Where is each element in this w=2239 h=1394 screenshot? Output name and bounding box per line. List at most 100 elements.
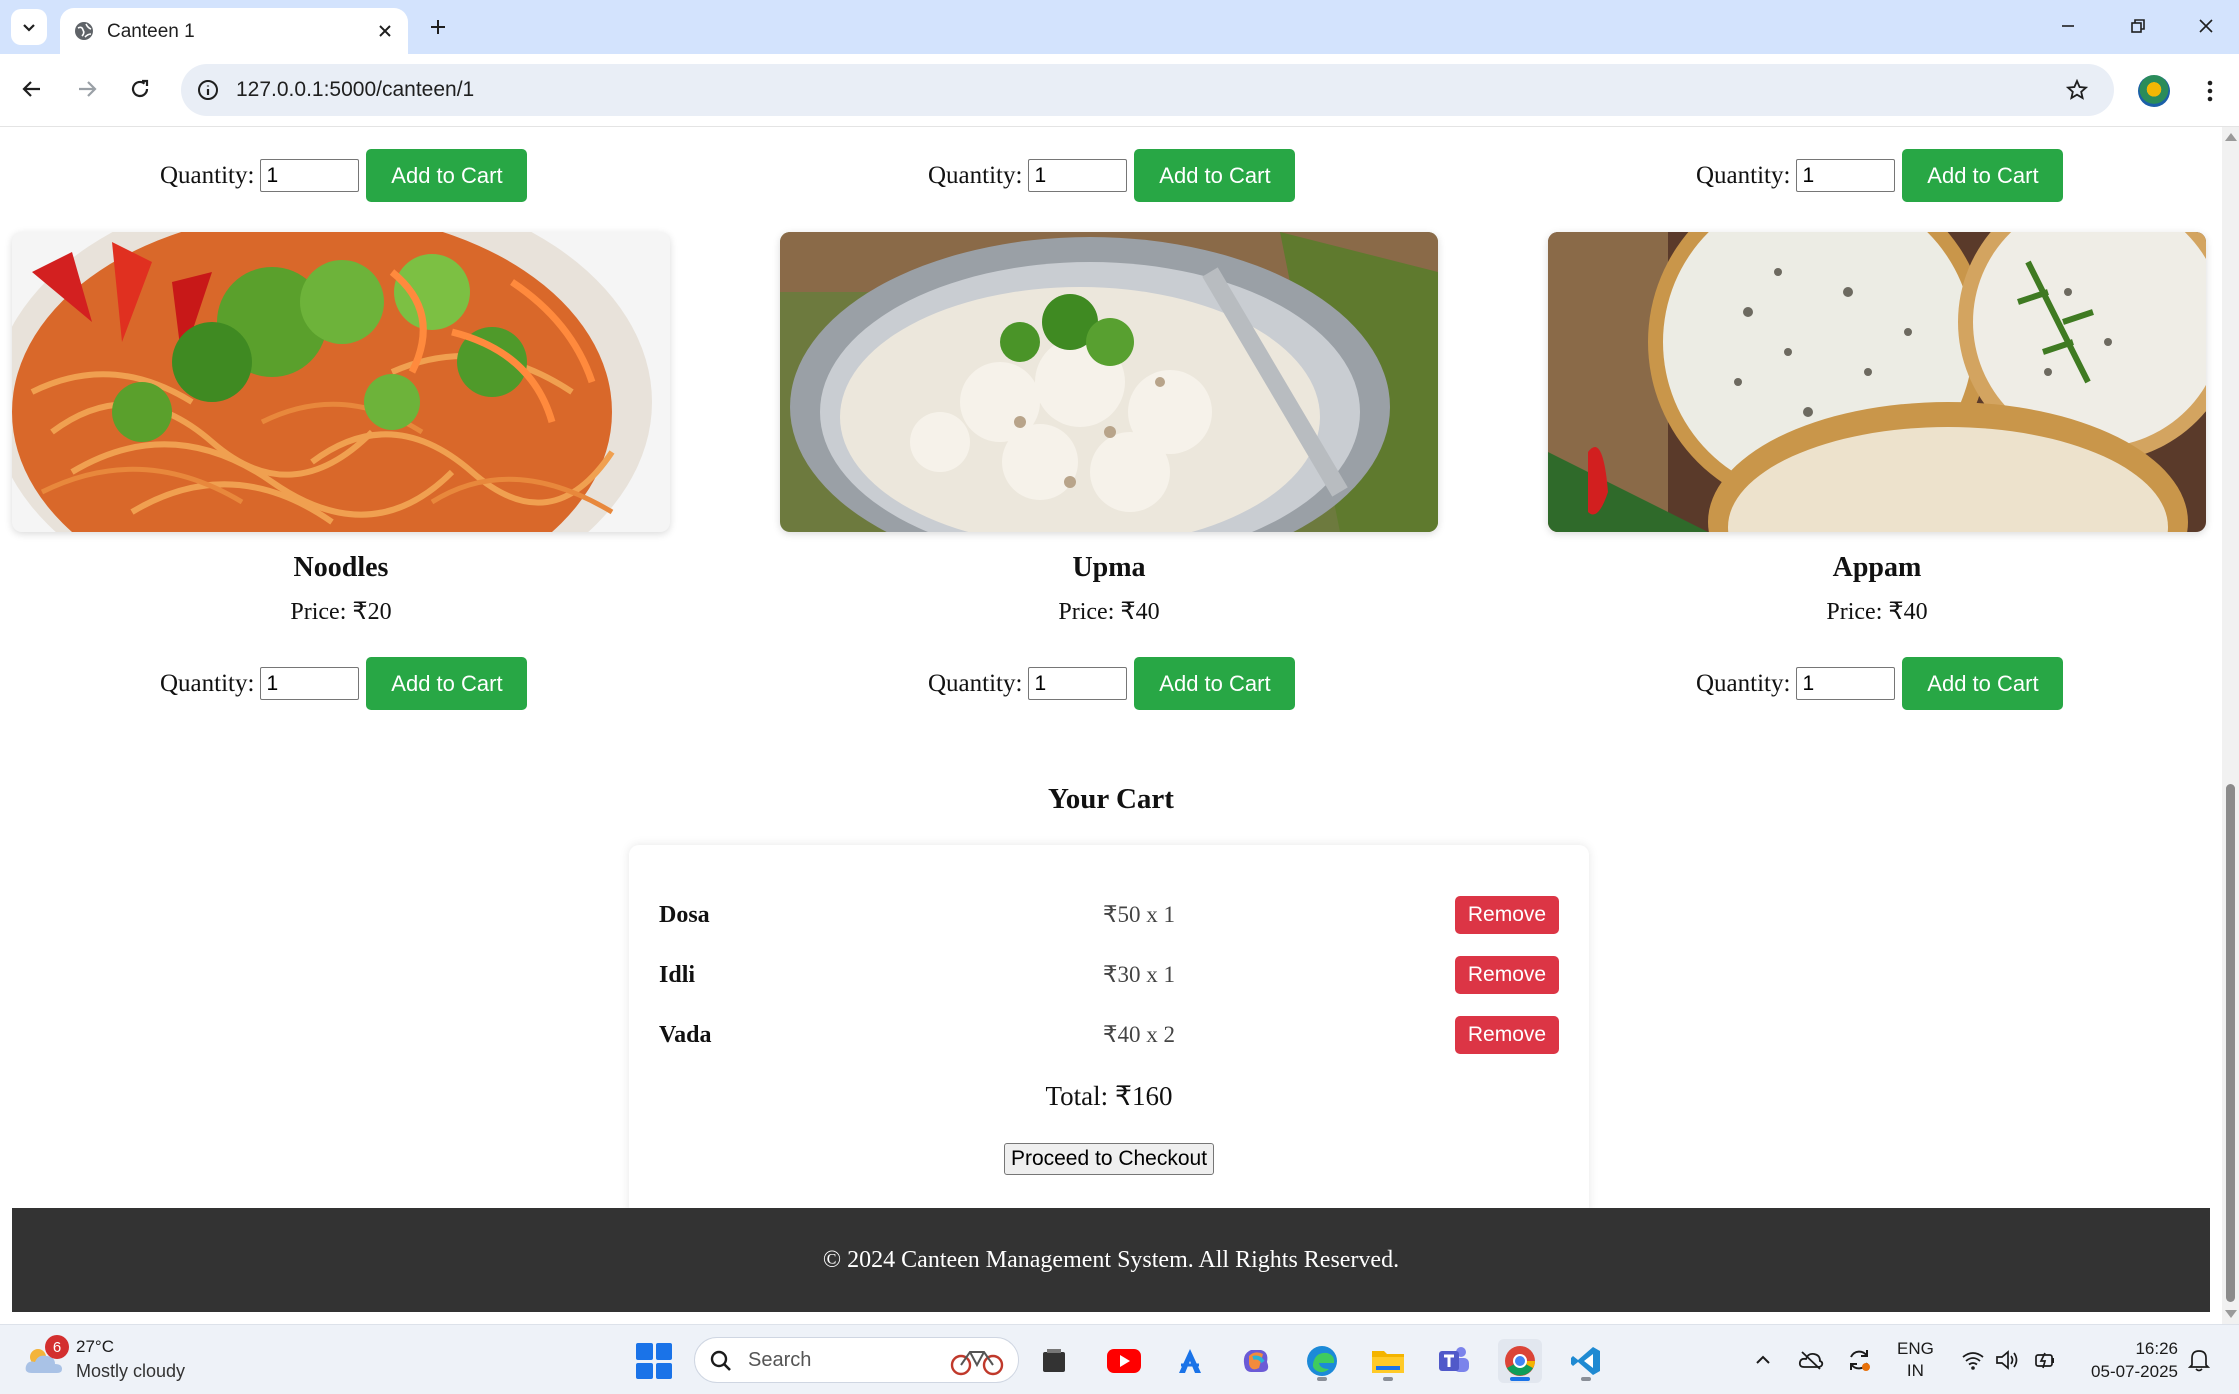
taskbar-app[interactable]	[1234, 1339, 1278, 1383]
taskbar-app[interactable]	[1300, 1339, 1344, 1383]
address-bar[interactable]: 127.0.0.1:5000/canteen/1	[181, 64, 2114, 116]
add-to-cart-button[interactable]: Add to Cart	[1134, 149, 1296, 202]
add-to-cart-button[interactable]: Add to Cart	[1902, 149, 2064, 202]
browser-tab-active[interactable]: Canteen 1	[60, 8, 408, 54]
browser-tab-strip: Canteen 1	[0, 0, 2239, 54]
teams-icon	[1439, 1347, 1469, 1372]
chevron-down-icon	[23, 24, 35, 32]
cart-item-price: ₹50 x 1	[1102, 902, 1176, 927]
cart-heading: Your Cart	[1048, 783, 1174, 815]
clock-time: 16:26	[2135, 1339, 2178, 1358]
edge-icon	[1307, 1346, 1337, 1376]
add-to-cart-button[interactable]: Add to Cart	[1902, 657, 2064, 710]
cart-item: Vada ₹40 x 2 Remove	[659, 1016, 1559, 1054]
weather-temp[interactable]: 27°C	[76, 1337, 114, 1357]
language-indicator[interactable]: ENG IN	[1897, 1338, 1934, 1382]
start-button[interactable]	[636, 1343, 672, 1379]
taskbar-app[interactable]	[1168, 1339, 1212, 1383]
tab-title: Canteen 1	[107, 21, 195, 42]
scroll-down-arrow[interactable]	[2225, 1310, 2237, 1318]
taskbar-app[interactable]	[1432, 1339, 1476, 1383]
system-clock[interactable]: 16:26 05-07-2025	[2078, 1337, 2178, 1383]
scroll-up-arrow[interactable]	[2225, 133, 2237, 141]
quantity-row-noodles: Quantity: Add to Cart	[160, 657, 528, 710]
running-indicator	[1383, 1377, 1393, 1381]
clock-date: 05-07-2025	[2091, 1362, 2178, 1381]
remove-button[interactable]: Remove	[1455, 956, 1559, 994]
windows-logo-tile	[655, 1343, 672, 1360]
food-name: Appam	[1832, 552, 1922, 583]
quantity-label: Quantity:	[928, 161, 1023, 189]
windows-logo-tile	[636, 1362, 653, 1379]
quantity-input[interactable]	[1028, 667, 1128, 700]
quantity-input[interactable]	[260, 159, 360, 192]
notification-button[interactable]	[2184, 1345, 2214, 1375]
star-icon	[2066, 79, 2088, 100]
forward-button[interactable]	[69, 71, 105, 107]
chrome-icon	[1505, 1346, 1535, 1376]
checkout-button[interactable]: Proceed to Checkout	[1004, 1143, 1214, 1175]
quantity-input[interactable]	[260, 667, 360, 700]
taskbar-app[interactable]	[1102, 1339, 1146, 1383]
weather-desc[interactable]: Mostly cloudy	[76, 1361, 185, 1382]
quantity-label: Quantity:	[1696, 669, 1791, 697]
remove-button[interactable]: Remove	[1455, 896, 1559, 934]
more-vert-icon	[2207, 80, 2213, 102]
quantity-input[interactable]	[1796, 159, 1896, 192]
restore-button[interactable]	[2118, 8, 2158, 44]
taskbar-app[interactable]	[1498, 1339, 1542, 1383]
browser-menu-button[interactable]	[2196, 73, 2224, 109]
quantity-row-top-1: Quantity: Add to Cart	[160, 149, 528, 202]
remove-button[interactable]: Remove	[1455, 1016, 1559, 1054]
quantity-input[interactable]	[1028, 159, 1128, 192]
cart-item-price: ₹40 x 2	[1102, 1022, 1176, 1047]
add-to-cart-button[interactable]: Add to Cart	[366, 149, 528, 202]
new-tab-button[interactable]	[422, 11, 454, 43]
profile-avatar[interactable]	[2138, 75, 2170, 107]
quantity-label: Quantity:	[160, 161, 255, 189]
cart-item-price: ₹30 x 1	[1102, 962, 1176, 987]
taskbar-app[interactable]	[1564, 1339, 1608, 1383]
minimize-button[interactable]	[2048, 8, 2088, 44]
quantity-input[interactable]	[1796, 667, 1896, 700]
tab-search-button[interactable]	[11, 9, 47, 45]
folder-icon	[1372, 1351, 1404, 1373]
cart-total: Total: ₹160	[1045, 1081, 1173, 1111]
tray-overflow-button[interactable]	[1748, 1345, 1778, 1375]
arrow-left-icon	[22, 81, 40, 97]
tray-sync[interactable]	[1844, 1345, 1874, 1375]
add-to-cart-button[interactable]: Add to Cart	[366, 657, 528, 710]
taskbar-search[interactable]: Search	[694, 1337, 1019, 1383]
battery-charging-icon	[2035, 1352, 2054, 1369]
site-info-button[interactable]	[193, 75, 223, 105]
youtube-icon	[1107, 1349, 1141, 1373]
tray-volume[interactable]	[1992, 1345, 2022, 1375]
quantity-row-top-3: Quantity: Add to Cart	[1696, 149, 2064, 202]
food-price: Price: ₹40	[1058, 599, 1160, 625]
footer-text: © 2024 Canteen Management System. All Ri…	[822, 1246, 1400, 1273]
tray-wifi[interactable]	[1958, 1345, 1988, 1375]
tray-battery[interactable]	[2030, 1345, 2060, 1375]
copilot-icon	[1243, 1350, 1269, 1372]
taskbar-app[interactable]	[1032, 1339, 1076, 1383]
globe-icon	[75, 22, 93, 40]
tray-onedrive[interactable]	[1796, 1345, 1826, 1375]
file-explorer-icon	[1043, 1349, 1065, 1372]
bookmark-button[interactable]	[2062, 75, 2092, 105]
windows-logo-tile	[655, 1362, 672, 1379]
scroll-thumb[interactable]	[2226, 784, 2235, 1302]
taskbar-app[interactable]	[1366, 1339, 1410, 1383]
weather-badge: 6	[45, 1335, 69, 1359]
add-to-cart-button[interactable]: Add to Cart	[1134, 657, 1296, 710]
page-footer: © 2024 Canteen Management System. All Ri…	[12, 1208, 2210, 1312]
reload-button[interactable]	[122, 71, 158, 107]
back-button[interactable]	[14, 71, 50, 107]
sync-icon	[1850, 1350, 1870, 1371]
bicycle-icon	[950, 1351, 1004, 1376]
window-close-button[interactable]	[2186, 8, 2226, 44]
page-scrollbar[interactable]	[2222, 127, 2239, 1324]
food-name: Noodles	[293, 552, 389, 583]
chevron-up-icon	[1756, 1355, 1770, 1364]
tab-close-button[interactable]	[372, 18, 398, 44]
active-indicator	[1510, 1377, 1530, 1381]
